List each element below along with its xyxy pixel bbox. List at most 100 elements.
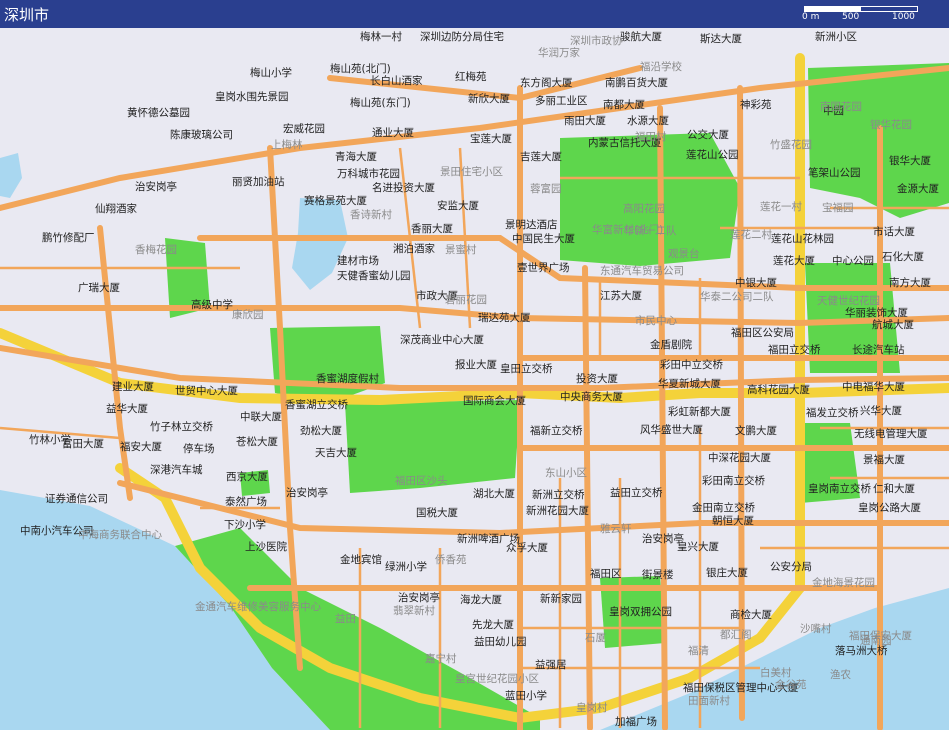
poi-label-13: 新欣大厦	[468, 92, 510, 105]
poi-label-42: 中国民生大厦	[512, 232, 575, 245]
poi-label-24: 公交大厦	[687, 128, 729, 141]
map-canvas[interactable]: 梅林一村 深圳边防分局住宅 骏航大厦 斯达大厦 新洲小区梅山小学 梅山苑(北门)长白山酒家…	[0, 28, 949, 730]
poi-label-120: 公安分局	[770, 560, 812, 573]
poi-label-109: 朝恒大厦	[712, 514, 754, 527]
poi-label-132: 益强居	[535, 658, 567, 671]
district-label-27: 侨香苑	[435, 553, 467, 566]
district-label-15: 香梅花园	[135, 243, 177, 256]
district-label-18: 福田村	[635, 130, 667, 143]
poi-label-9: 东方阁大厦	[520, 76, 573, 89]
poi-label-113: 下沙小学	[224, 518, 266, 531]
poi-label-43: 莲花山花林园	[771, 232, 834, 245]
district-label-10: 银华花园	[870, 118, 912, 131]
poi-label-137: 竹林小学	[29, 433, 71, 446]
poi-label-11: 皇岗水围先景园	[215, 90, 289, 103]
district-label-42: 华泰二公司二队	[700, 290, 774, 303]
poi-label-38: 景明达酒店	[505, 218, 558, 231]
district-label-16: 蓉富园	[530, 182, 562, 195]
poi-label-105: 证券通信公司	[45, 492, 108, 505]
map-viewer: 深圳市 0 m 500 1000 梅林一村 深圳边防分局住宅 骏航大厦 斯达大厦…	[0, 0, 949, 730]
poi-label-55: 江苏大厦	[600, 289, 642, 302]
poi-label-51: 中心公园	[832, 254, 874, 267]
poi-label-31: 万科城市花园	[337, 167, 400, 180]
poi-label-36: 金源大厦	[897, 182, 939, 195]
poi-label-138: 兴华大厦	[860, 404, 902, 417]
poi-label-68: 彩田中立交桥	[660, 358, 723, 371]
district-label-30: 白美村	[760, 666, 792, 679]
poi-label-81: 世贸中心大厦	[175, 384, 238, 397]
poi-label-58: 高级中学	[191, 298, 233, 311]
poi-label-98: 中深花园大厦	[708, 451, 771, 464]
district-label-8: 市民中心	[635, 314, 677, 327]
district-label-36: 金谷苑	[775, 678, 807, 691]
poi-label-10: 南鹏百货大厦	[605, 76, 668, 89]
poi-label-87: 文鹏大厦	[735, 424, 777, 437]
poi-label-88: 无线电管理大厦	[854, 427, 928, 440]
district-label-47: 福田保安大厦	[849, 629, 912, 642]
poi-label-66: 福田立交桥	[768, 343, 821, 356]
poi-label-75: 中央商务大厦	[560, 390, 623, 403]
poi-label-17: 黄怀德公墓园	[127, 106, 190, 119]
poi-label-33: 治安岗亭	[135, 180, 177, 193]
poi-label-102: 彩田南立交桥	[702, 474, 765, 487]
poi-label-46: 湘泊酒家	[393, 242, 435, 255]
poi-label-110: 皇岗公路大厦	[858, 501, 921, 514]
district-label-39: 高阳花园	[623, 202, 665, 215]
poi-label-50: 莲花大厦	[773, 254, 815, 267]
poi-label-101: 益田立交桥	[610, 486, 663, 499]
poi-label-22: 通业大厦	[372, 126, 414, 139]
poi-label-121: 绿洲小学	[385, 560, 427, 573]
poi-label-45: 香丽大厦	[411, 222, 453, 235]
poi-label-133: 蓝田小学	[505, 689, 547, 702]
district-label-3: 东山小区	[545, 466, 587, 479]
district-label-40: 华富新村(北门)	[592, 223, 663, 236]
district-label-44: 皇宫世纪花园小区	[455, 672, 539, 685]
poi-label-106: 泰然广场	[225, 495, 267, 508]
poi-label-59: 香蜜湖度假村	[316, 372, 379, 385]
city-title: 深圳市	[4, 6, 50, 24]
poi-label-86: 风华盛世大厦	[640, 423, 703, 436]
district-label-32: 石厦	[585, 632, 606, 644]
district-label-34: 沙嘴村	[800, 622, 832, 635]
poi-label-12: 梅山苑(东门)	[350, 96, 411, 109]
poi-label-62: 瑞达苑大厦	[478, 311, 531, 324]
poi-label-129: 商检大厦	[730, 608, 772, 621]
poi-label-71: 投资大厦	[576, 372, 618, 385]
poi-label-3: 斯达大厦	[700, 32, 742, 45]
district-label-38: 宝福园	[822, 201, 854, 214]
poi-label-39: 赛格景苑大厦	[304, 194, 367, 207]
district-label-6: 中海商务联合中心	[78, 528, 162, 541]
district-label-5: 福田区沙头	[395, 474, 448, 487]
district-label-24: 香诗新村	[350, 208, 392, 221]
poi-label-2: 骏航大厦	[620, 30, 662, 43]
district-label-0: 华润万家	[538, 46, 580, 59]
poi-label-117: 众孚大厦	[506, 541, 548, 554]
district-label-45: 田面新村	[688, 694, 730, 707]
district-label-33: 福清	[688, 644, 709, 657]
poi-label-47: 建材市场	[337, 254, 379, 267]
poi-label-25: 陈康玻璃公司	[170, 128, 233, 141]
poi-label-89: 竹子林立交桥	[150, 420, 213, 433]
district-label-23: 景蜜村	[445, 243, 477, 256]
poi-label-79: 香蜜湖立交桥	[285, 398, 348, 411]
poi-label-4: 新洲小区	[815, 30, 857, 43]
poi-label-91: 苍松大厦	[236, 435, 278, 448]
poi-label-57: 南方大厦	[889, 276, 931, 289]
poi-label-111: 国税大厦	[416, 506, 458, 519]
poi-label-84: 劲松大厦	[300, 424, 342, 437]
poi-label-53: 广瑞大厦	[78, 281, 120, 294]
poi-label-48: 壹世界广场	[517, 261, 570, 274]
scale-bar: 0 m 500 1000	[800, 4, 940, 24]
poi-label-95: 景福大厦	[863, 453, 905, 466]
poi-label-26: 青海大厦	[335, 150, 377, 163]
poi-label-131: 益田幼儿园	[474, 635, 527, 648]
poi-label-72: 华夏新城大厦	[658, 377, 721, 390]
poi-label-97: 西京大厦	[226, 470, 268, 483]
district-label-43: 天健世纪花园	[817, 294, 880, 307]
poi-label-32: 笔架山公园	[808, 166, 861, 179]
district-label-7: 金通汽车维修美容服务中心	[195, 600, 321, 613]
district-label-4: 景田住宅小区	[440, 165, 503, 178]
poi-label-80: 建业大厦	[112, 380, 154, 393]
poi-label-65: 金盾剧院	[650, 338, 692, 351]
poi-label-16: 神彩苑	[740, 98, 772, 111]
